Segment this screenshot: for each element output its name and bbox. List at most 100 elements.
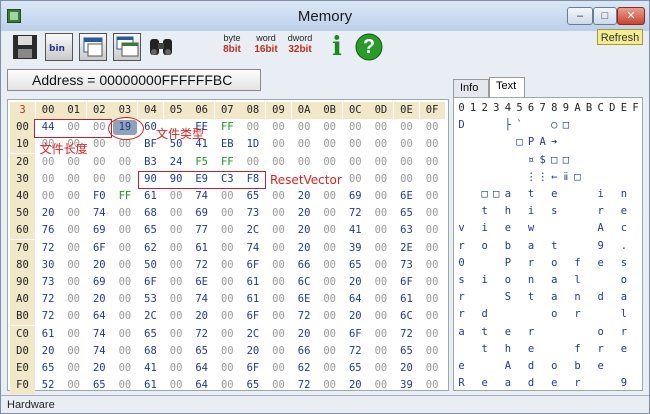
hex-byte[interactable]: 00 <box>266 222 291 239</box>
hex-byte[interactable]: 69 <box>343 188 368 205</box>
hex-byte[interactable]: 69 <box>189 205 214 222</box>
tab-info[interactable]: Info <box>453 79 489 97</box>
hex-byte[interactable]: 00 <box>61 257 86 274</box>
hex-byte[interactable]: 00 <box>164 377 189 394</box>
hex-byte[interactable]: 00 <box>420 326 445 343</box>
hex-byte[interactable]: 20 <box>292 240 317 257</box>
hex-byte[interactable]: 00 <box>317 136 342 153</box>
hex-byte[interactable]: 00 <box>164 360 189 377</box>
hex-byte[interactable]: 00 <box>61 222 86 239</box>
open-window-button[interactable] <box>79 33 107 61</box>
hex-byte[interactable]: 61 <box>240 274 265 291</box>
hex-byte[interactable]: 68 <box>138 343 163 360</box>
hex-byte[interactable]: 50 <box>138 257 163 274</box>
hex-byte[interactable]: 00 <box>317 343 342 360</box>
hex-byte[interactable]: 72 <box>343 343 368 360</box>
refresh-button[interactable]: Refresh <box>597 29 643 45</box>
hex-byte[interactable]: 00 <box>368 119 393 136</box>
hex-byte[interactable]: 00 <box>266 154 291 171</box>
hex-byte[interactable]: 00 <box>368 136 393 153</box>
hex-byte[interactable]: FF <box>112 188 137 205</box>
hex-byte[interactable]: 72 <box>36 240 61 257</box>
hex-byte[interactable]: 61 <box>138 188 163 205</box>
hex-byte[interactable]: 00 <box>164 343 189 360</box>
hex-byte[interactable]: 00 <box>215 291 240 308</box>
hex-byte[interactable]: 00 <box>368 377 393 394</box>
hex-byte[interactable]: FF <box>215 154 240 171</box>
hex-byte[interactable]: 6F <box>240 360 265 377</box>
hex-byte[interactable]: 00 <box>368 154 393 171</box>
hex-byte[interactable]: 00 <box>420 377 445 394</box>
window-list-button[interactable] <box>113 33 141 61</box>
hex-byte[interactable]: 00 <box>420 136 445 153</box>
hex-byte[interactable]: 2C <box>240 326 265 343</box>
binary-button[interactable]: bin <box>45 33 73 61</box>
hex-byte[interactable]: 00 <box>266 119 291 136</box>
hex-byte[interactable]: 00 <box>164 257 189 274</box>
hex-byte[interactable]: 20 <box>292 188 317 205</box>
hex-byte[interactable]: 52 <box>36 377 61 394</box>
hex-byte[interactable]: 00 <box>112 291 137 308</box>
hex-byte[interactable]: 53 <box>138 291 163 308</box>
hex-byte[interactable]: 41 <box>343 222 368 239</box>
hex-byte[interactable]: 00 <box>61 240 86 257</box>
hex-byte[interactable]: 00 <box>368 343 393 360</box>
hex-byte[interactable]: 61 <box>36 326 61 343</box>
hex-byte[interactable]: 00 <box>87 136 112 153</box>
hex-byte[interactable]: 24 <box>164 154 189 171</box>
minimize-button[interactable]: – <box>567 7 593 25</box>
hex-byte[interactable]: 64 <box>189 360 214 377</box>
hex-byte[interactable]: 00 <box>215 205 240 222</box>
save-button[interactable] <box>11 33 39 61</box>
hex-byte[interactable]: 65 <box>394 343 419 360</box>
hex-byte[interactable]: 2C <box>138 308 163 325</box>
hex-byte[interactable]: 00 <box>164 326 189 343</box>
hex-byte[interactable]: 74 <box>87 205 112 222</box>
hex-byte[interactable]: 00 <box>292 119 317 136</box>
info-button[interactable]: i <box>323 33 351 61</box>
hex-byte[interactable]: 00 <box>317 377 342 394</box>
hex-byte[interactable]: 6F <box>240 257 265 274</box>
hex-byte[interactable]: 20 <box>343 308 368 325</box>
hex-byte[interactable]: 63 <box>394 222 419 239</box>
help-button[interactable]: ? <box>355 33 383 61</box>
hex-byte[interactable]: 00 <box>317 222 342 239</box>
hex-byte[interactable]: 00 <box>420 308 445 325</box>
hex-byte[interactable]: 00 <box>292 136 317 153</box>
hex-byte[interactable]: 00 <box>240 119 265 136</box>
hex-byte[interactable]: 61 <box>138 377 163 394</box>
hex-byte[interactable]: 65 <box>343 257 368 274</box>
hex-byte[interactable]: 00 <box>215 274 240 291</box>
hex-byte[interactable]: 61 <box>189 240 214 257</box>
hex-byte[interactable]: 00 <box>420 257 445 274</box>
hex-byte[interactable]: 73 <box>240 205 265 222</box>
hex-byte[interactable]: 00 <box>317 291 342 308</box>
hex-byte[interactable]: 68 <box>138 205 163 222</box>
hex-byte[interactable]: 2C <box>240 222 265 239</box>
hex-byte[interactable]: 00 <box>317 257 342 274</box>
hex-byte[interactable]: 00 <box>112 326 137 343</box>
hex-byte[interactable]: 00 <box>420 171 445 188</box>
hex-byte[interactable]: 65 <box>240 188 265 205</box>
hex-byte[interactable]: 00 <box>61 274 86 291</box>
hex-byte[interactable]: F0 <box>87 188 112 205</box>
hex-byte[interactable]: 72 <box>292 377 317 394</box>
hex-byte[interactable]: 00 <box>36 188 61 205</box>
hex-byte[interactable]: 00 <box>61 308 86 325</box>
hex-byte[interactable]: 00 <box>394 154 419 171</box>
hex-byte[interactable]: 00 <box>215 240 240 257</box>
hex-byte[interactable]: 00 <box>368 360 393 377</box>
hex-byte[interactable]: 00 <box>266 274 291 291</box>
hex-byte[interactable]: 00 <box>368 171 393 188</box>
hex-byte[interactable]: 00 <box>112 222 137 239</box>
hex-byte[interactable]: 00 <box>164 205 189 222</box>
hex-byte[interactable]: 00 <box>215 343 240 360</box>
hex-byte[interactable]: 69 <box>87 274 112 291</box>
hex-byte[interactable]: 00 <box>368 188 393 205</box>
hex-byte[interactable]: 39 <box>343 240 368 257</box>
hex-byte[interactable]: 00 <box>266 205 291 222</box>
hex-byte[interactable]: 00 <box>368 308 393 325</box>
hex-byte[interactable]: 00 <box>317 240 342 257</box>
hex-byte[interactable]: 41 <box>138 360 163 377</box>
hex-byte[interactable]: F5 <box>189 154 214 171</box>
